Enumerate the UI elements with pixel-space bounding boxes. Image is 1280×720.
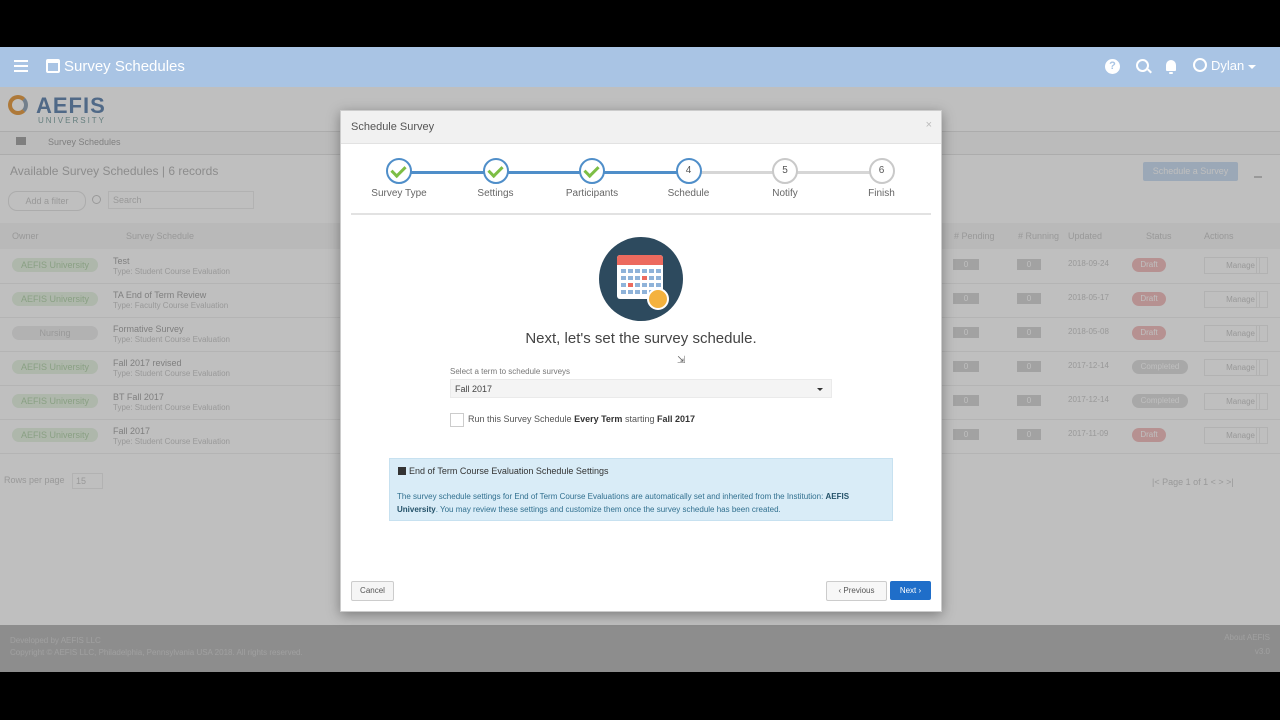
chevron-down-icon[interactable] (1248, 65, 1256, 69)
info-title-text: End of Term Course Evaluation Schedule S… (409, 466, 609, 476)
mouse-cursor-icon: ⇲ (677, 355, 686, 366)
help-icon[interactable]: ? (1105, 59, 1120, 74)
wizard-step-finish[interactable]: 6 Finish (842, 158, 922, 199)
progress-line-done (399, 171, 689, 174)
bell-icon[interactable] (1166, 60, 1176, 74)
clock-icon (647, 288, 669, 310)
repeat-every-term: Every Term (574, 414, 623, 424)
calendar-icon (398, 467, 406, 475)
term-value: Fall 2017 (455, 384, 493, 394)
check-icon (486, 161, 504, 179)
info-body-part1: The survey schedule settings for End of … (397, 492, 826, 501)
previous-button[interactable]: ‹ Previous (826, 581, 887, 601)
check-icon (583, 161, 600, 179)
calendar-clock-icon (599, 237, 683, 321)
wizard-step-participants[interactable]: Participants (552, 158, 632, 199)
repeat-term: Fall 2017 (656, 414, 695, 424)
step-circle (482, 158, 509, 184)
term-label: Select a term to schedule surveys (450, 367, 571, 376)
info-body: The survey schedule settings for End of … (397, 490, 887, 516)
check-icon (390, 161, 407, 179)
wizard-step-schedule[interactable]: 4 Schedule (649, 158, 729, 199)
step-circle (579, 158, 605, 184)
step-circle: 5 (772, 158, 798, 184)
repeat-mid: starting (622, 414, 657, 424)
term-select[interactable]: Fall 2017 (450, 379, 832, 398)
app-bar: Survey Schedules ? Dylan (0, 47, 1280, 87)
modal-header: Schedule Survey × (341, 111, 941, 144)
wizard-step-settings[interactable]: Settings (456, 158, 536, 199)
cancel-button[interactable]: Cancel (351, 581, 394, 601)
step-label: Notify (772, 188, 798, 199)
menu-icon[interactable] (14, 60, 28, 74)
step-label: Participants (565, 188, 619, 199)
search-icon[interactable] (1136, 59, 1149, 72)
app-title: Survey Schedules (64, 58, 185, 75)
every-term-label[interactable]: Run this Survey Schedule Every Term star… (468, 414, 695, 424)
step-label: Schedule (667, 188, 710, 199)
step-label: Finish (868, 188, 895, 199)
wizard-step-survey-type[interactable]: Survey Type (359, 158, 439, 199)
info-panel: End of Term Course Evaluation Schedule S… (389, 458, 893, 521)
step-circle (386, 158, 412, 184)
user-icon[interactable] (1193, 58, 1207, 72)
dropdown-arrow-icon (817, 388, 823, 391)
info-body-part2: . You may review these settings and cust… (435, 505, 781, 514)
schedule-survey-modal: Schedule Survey × Survey Type Settings Par… (340, 110, 942, 612)
info-title: End of Term Course Evaluation Schedule S… (398, 466, 608, 476)
next-button[interactable]: Next › (890, 581, 931, 600)
user-menu[interactable]: Dylan (1211, 58, 1244, 73)
app-window: Survey Schedules ? Dylan AEFIS UNIVERSIT… (0, 47, 1280, 672)
step-label: Survey Type (371, 188, 427, 199)
step-number: 5 (782, 165, 788, 176)
step-circle: 4 (675, 158, 702, 184)
wizard-steps: Survey Type Settings Participants 4 Schedule… (351, 143, 931, 215)
every-term-checkbox[interactable] (450, 413, 464, 427)
step-heading: Next, let's set the survey schedule. (525, 330, 757, 347)
wizard-step-notify[interactable]: 5 Notify (745, 158, 825, 199)
step-circle: 6 (868, 158, 895, 184)
repeat-prefix: Run this Survey Schedule (468, 414, 575, 424)
modal-title: Schedule Survey (351, 121, 435, 133)
close-icon[interactable]: × (926, 119, 932, 131)
step-number: 4 (685, 165, 692, 176)
step-label: Settings (477, 188, 514, 199)
calendar-icon (46, 59, 60, 73)
step-number: 6 (878, 165, 885, 176)
